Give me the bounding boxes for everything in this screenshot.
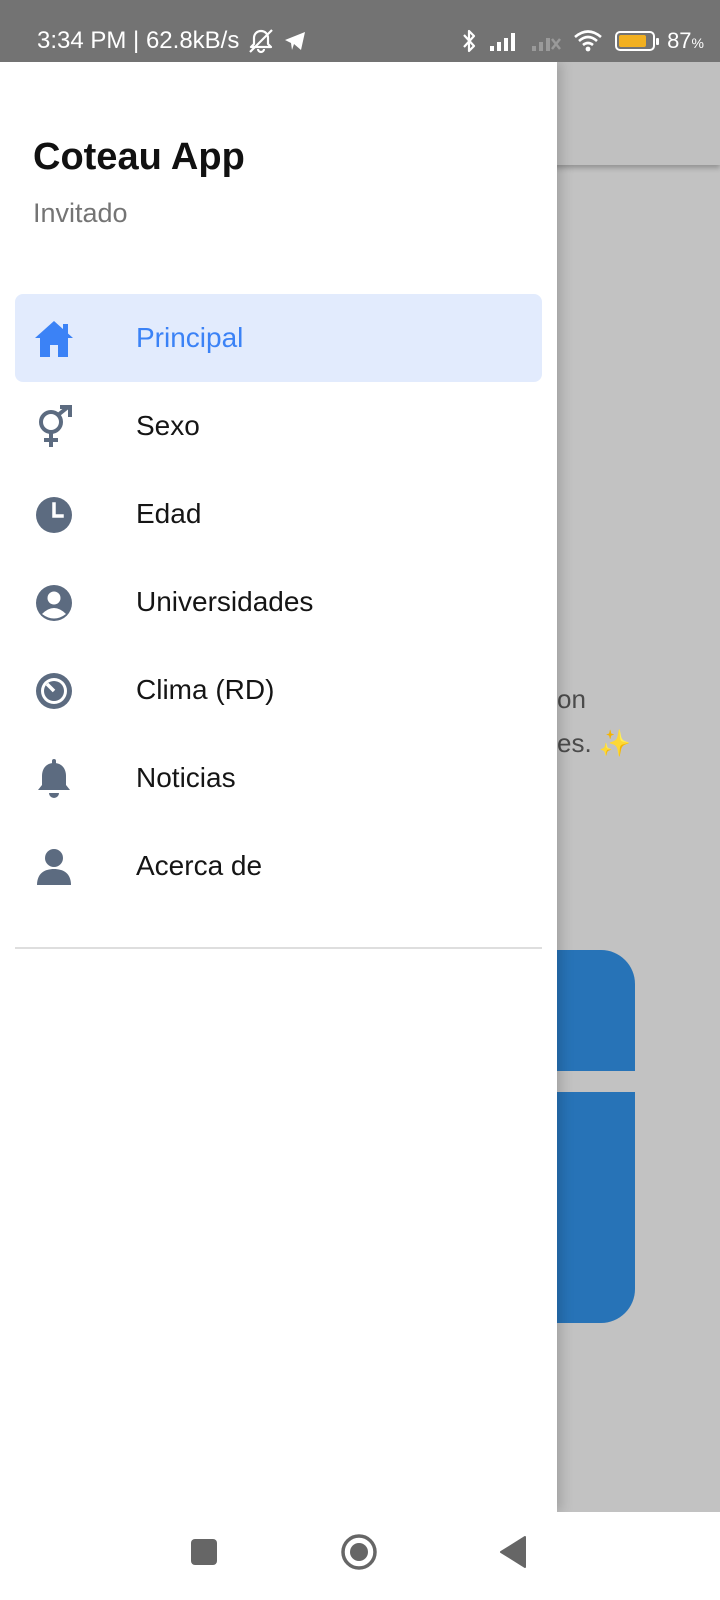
clock-icon — [33, 494, 75, 536]
bell-off-icon — [247, 28, 275, 54]
back-triangle-icon — [498, 1535, 528, 1574]
person-icon — [33, 846, 75, 888]
circle-icon — [340, 1533, 378, 1576]
timer-icon — [33, 670, 75, 712]
telegram-icon — [283, 30, 307, 52]
battery-percent: 87% — [667, 28, 704, 53]
system-nav-bar — [0, 1512, 720, 1600]
signal-icon — [489, 30, 519, 52]
recents-button[interactable] — [182, 1532, 226, 1576]
home-button[interactable] — [337, 1532, 381, 1576]
battery-icon — [615, 31, 660, 51]
menu-item-label: Universidades — [136, 586, 314, 617]
user-circle-icon — [33, 582, 75, 624]
menu-item-label: Noticias — [136, 762, 236, 793]
drawer-divider — [15, 947, 542, 949]
menu-item-sexo[interactable]: Sexo — [15, 382, 542, 470]
background-text-line1: on — [557, 684, 586, 714]
status-left: 3:34 PM | 62.8kB/s — [37, 24, 307, 58]
back-button[interactable] — [491, 1532, 535, 1576]
menu-item-label: Acerca de — [136, 850, 263, 881]
menu-item-edad[interactable]: Edad — [15, 470, 542, 558]
menu-item-label: Clima (RD) — [136, 674, 275, 705]
bell-icon — [33, 758, 75, 800]
background-text-line2: es. ✨ — [557, 728, 632, 758]
status-time-speed: 3:34 PM | 62.8kB/s — [37, 27, 240, 54]
menu-item-noticias[interactable]: Noticias — [15, 734, 542, 822]
drawer-subtitle: Invitado — [33, 198, 128, 228]
menu-item-label: Sexo — [136, 410, 200, 441]
drawer-menu: Principal Sexo Edad Universidades Clima … — [15, 294, 542, 910]
menu-item-clima[interactable]: Clima (RD) — [15, 646, 542, 734]
wifi-icon — [573, 29, 603, 53]
battery-fill — [619, 35, 647, 47]
drawer-title: Coteau App — [33, 136, 245, 178]
menu-item-label: Edad — [136, 498, 202, 529]
bluetooth-icon — [461, 28, 477, 54]
home-icon — [33, 318, 75, 360]
status-bar: 3:34 PM | 62.8kB/s 87% — [0, 0, 720, 62]
menu-item-universidades[interactable]: Universidades — [15, 558, 542, 646]
navigation-drawer: Coteau App Invitado Principal Sexo Edad … — [0, 62, 557, 1512]
menu-item-label: Principal — [136, 322, 244, 353]
signal-off-icon — [531, 30, 562, 52]
background-text: on es. ✨ — [557, 677, 631, 765]
square-icon — [190, 1538, 218, 1571]
gender-icon — [33, 405, 75, 448]
status-right: 87% — [461, 24, 704, 58]
menu-item-principal[interactable]: Principal — [15, 294, 542, 382]
menu-item-acerca-de[interactable]: Acerca de — [15, 822, 542, 910]
